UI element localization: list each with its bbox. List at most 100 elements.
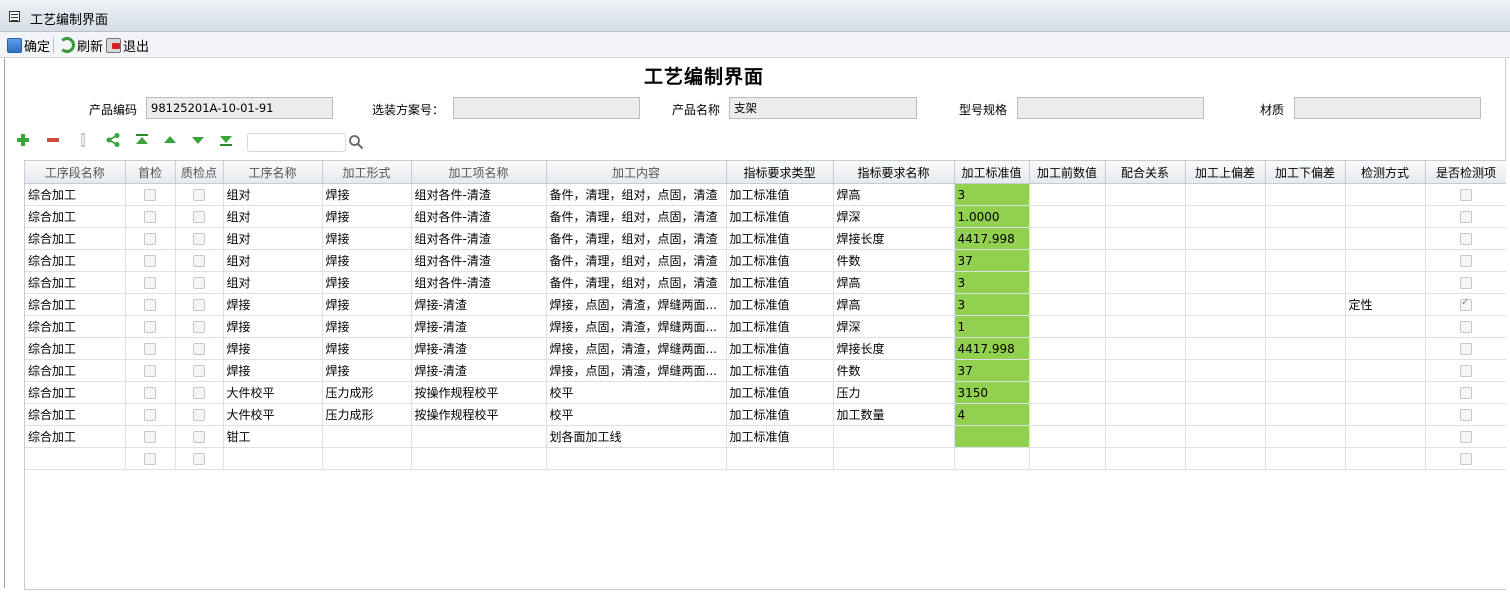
cell-proc[interactable]: 大件校平 <box>223 403 323 426</box>
cell-item[interactable] <box>411 425 547 448</box>
cell-upper[interactable] <box>1185 183 1266 206</box>
cell-req-name[interactable]: 焊高 <box>833 293 955 316</box>
cell-lower[interactable] <box>1265 183 1346 206</box>
cell-method[interactable]: 定性 <box>1345 293 1426 316</box>
cell-before[interactable] <box>1029 315 1106 338</box>
table-row[interactable]: 综合加工 大件校平 压力成形 按操作规程校平 校平 加工标准值 压力 3150 <box>25 381 1506 404</box>
checkbox[interactable] <box>193 277 205 289</box>
first-checkbox-cell[interactable] <box>125 227 176 250</box>
cell-method[interactable] <box>1345 205 1426 228</box>
checkbox[interactable] <box>193 343 205 355</box>
cell-method[interactable] <box>1345 315 1426 338</box>
cell-before[interactable] <box>1029 271 1106 294</box>
cell-upper[interactable] <box>1185 205 1266 228</box>
qc-checkbox-cell[interactable] <box>175 403 224 426</box>
cell-req-name[interactable] <box>833 447 955 470</box>
cell-fit[interactable] <box>1105 425 1186 448</box>
cell-upper[interactable] <box>1185 403 1266 426</box>
cell-content[interactable]: 备件，清理，组对，点固，清渣 <box>546 227 727 250</box>
column-header[interactable]: 检测方式 <box>1345 161 1426 184</box>
cell-fit[interactable] <box>1105 271 1186 294</box>
add-row-icon[interactable] <box>15 132 31 148</box>
cell-req-name[interactable]: 压力 <box>833 381 955 404</box>
inspect-checkbox-cell[interactable] <box>1425 315 1506 338</box>
cell-stage[interactable]: 综合加工 <box>25 183 126 206</box>
checkbox[interactable] <box>1460 409 1472 421</box>
inspect-checkbox-cell[interactable] <box>1425 447 1506 470</box>
cell-fit[interactable] <box>1105 183 1186 206</box>
cell-item[interactable]: 组对各件-清渣 <box>411 271 547 294</box>
cell-form[interactable]: 焊接 <box>322 183 412 206</box>
checkbox[interactable] <box>1460 211 1472 223</box>
checkbox[interactable] <box>193 321 205 333</box>
grid-search-input[interactable] <box>247 133 346 152</box>
first-checkbox-cell[interactable] <box>125 447 176 470</box>
cell-fit[interactable] <box>1105 403 1186 426</box>
column-header[interactable]: 加工上偏差 <box>1185 161 1266 184</box>
cell-before[interactable] <box>1029 227 1106 250</box>
cell-fit[interactable] <box>1105 381 1186 404</box>
cell-before[interactable] <box>1029 359 1106 382</box>
cell-stage[interactable]: 综合加工 <box>25 403 126 426</box>
cell-form[interactable]: 压力成形 <box>322 381 412 404</box>
cell-fit[interactable] <box>1105 249 1186 272</box>
column-header[interactable]: 加工下偏差 <box>1265 161 1346 184</box>
column-header[interactable]: 加工标准值 <box>954 161 1030 184</box>
cell-fit[interactable] <box>1105 447 1186 470</box>
cell-lower[interactable] <box>1265 381 1346 404</box>
cell-form[interactable]: 焊接 <box>322 249 412 272</box>
checkbox[interactable] <box>144 233 156 245</box>
move-top-icon[interactable] <box>134 132 150 148</box>
cell-stage[interactable]: 综合加工 <box>25 227 126 250</box>
column-header[interactable]: 加工内容 <box>546 161 727 184</box>
cell-item[interactable]: 焊接-清渣 <box>411 359 547 382</box>
first-checkbox-cell[interactable] <box>125 337 176 360</box>
first-checkbox-cell[interactable] <box>125 381 176 404</box>
cell-method[interactable] <box>1345 381 1426 404</box>
checkbox[interactable] <box>193 189 205 201</box>
checkbox[interactable] <box>144 365 156 377</box>
inspect-checkbox-cell[interactable] <box>1425 293 1506 316</box>
table-row[interactable]: 综合加工 组对 焊接 组对各件-清渣 备件，清理，组对，点固，清渣 加工标准值 焊深 1.00… <box>25 205 1506 228</box>
qc-checkbox-cell[interactable] <box>175 227 224 250</box>
cell-lower[interactable] <box>1265 205 1346 228</box>
material-field[interactable] <box>1294 97 1481 119</box>
cell-proc[interactable]: 组对 <box>223 271 323 294</box>
refresh-button[interactable]: 刷新 <box>59 36 103 55</box>
cell-req-name[interactable]: 焊高 <box>833 183 955 206</box>
qc-checkbox-cell[interactable] <box>175 381 224 404</box>
cell-upper[interactable] <box>1185 293 1266 316</box>
column-header[interactable]: 工序段名称 <box>25 161 126 184</box>
cell-item[interactable]: 组对各件-清渣 <box>411 183 547 206</box>
cell-upper[interactable] <box>1185 271 1266 294</box>
cell-item[interactable]: 焊接-清渣 <box>411 293 547 316</box>
cell-fit[interactable] <box>1105 205 1186 228</box>
cell-before[interactable] <box>1029 249 1106 272</box>
cell-std[interactable] <box>954 425 1030 448</box>
column-header[interactable]: 加工前数值 <box>1029 161 1106 184</box>
inspect-checkbox-cell[interactable] <box>1425 183 1506 206</box>
checkbox[interactable] <box>193 211 205 223</box>
cell-item[interactable] <box>411 447 547 470</box>
inspect-checkbox-cell[interactable] <box>1425 205 1506 228</box>
cell-req-name[interactable]: 焊高 <box>833 271 955 294</box>
cell-content[interactable]: 备件，清理，组对，点固，清渣 <box>546 271 727 294</box>
cell-req-name[interactable]: 焊深 <box>833 205 955 228</box>
checkbox[interactable] <box>1460 297 1472 311</box>
cell-stage[interactable]: 综合加工 <box>25 315 126 338</box>
cell-lower[interactable] <box>1265 293 1346 316</box>
column-header[interactable]: 加工形式 <box>322 161 412 184</box>
cell-method[interactable] <box>1345 359 1426 382</box>
cell-req-type[interactable]: 加工标准值 <box>726 271 834 294</box>
cell-form[interactable]: 焊接 <box>322 293 412 316</box>
table-row[interactable]: 综合加工 钳工 划各面加工线 加工标准值 <box>25 425 1506 448</box>
cell-method[interactable] <box>1345 425 1426 448</box>
cell-form[interactable]: 焊接 <box>322 227 412 250</box>
checkbox[interactable] <box>193 387 205 399</box>
column-header[interactable]: 工序名称 <box>223 161 323 184</box>
first-checkbox-cell[interactable] <box>125 183 176 206</box>
cell-std[interactable]: 3 <box>954 271 1030 294</box>
cell-lower[interactable] <box>1265 249 1346 272</box>
cell-before[interactable] <box>1029 381 1106 404</box>
checkbox[interactable] <box>1460 255 1472 267</box>
